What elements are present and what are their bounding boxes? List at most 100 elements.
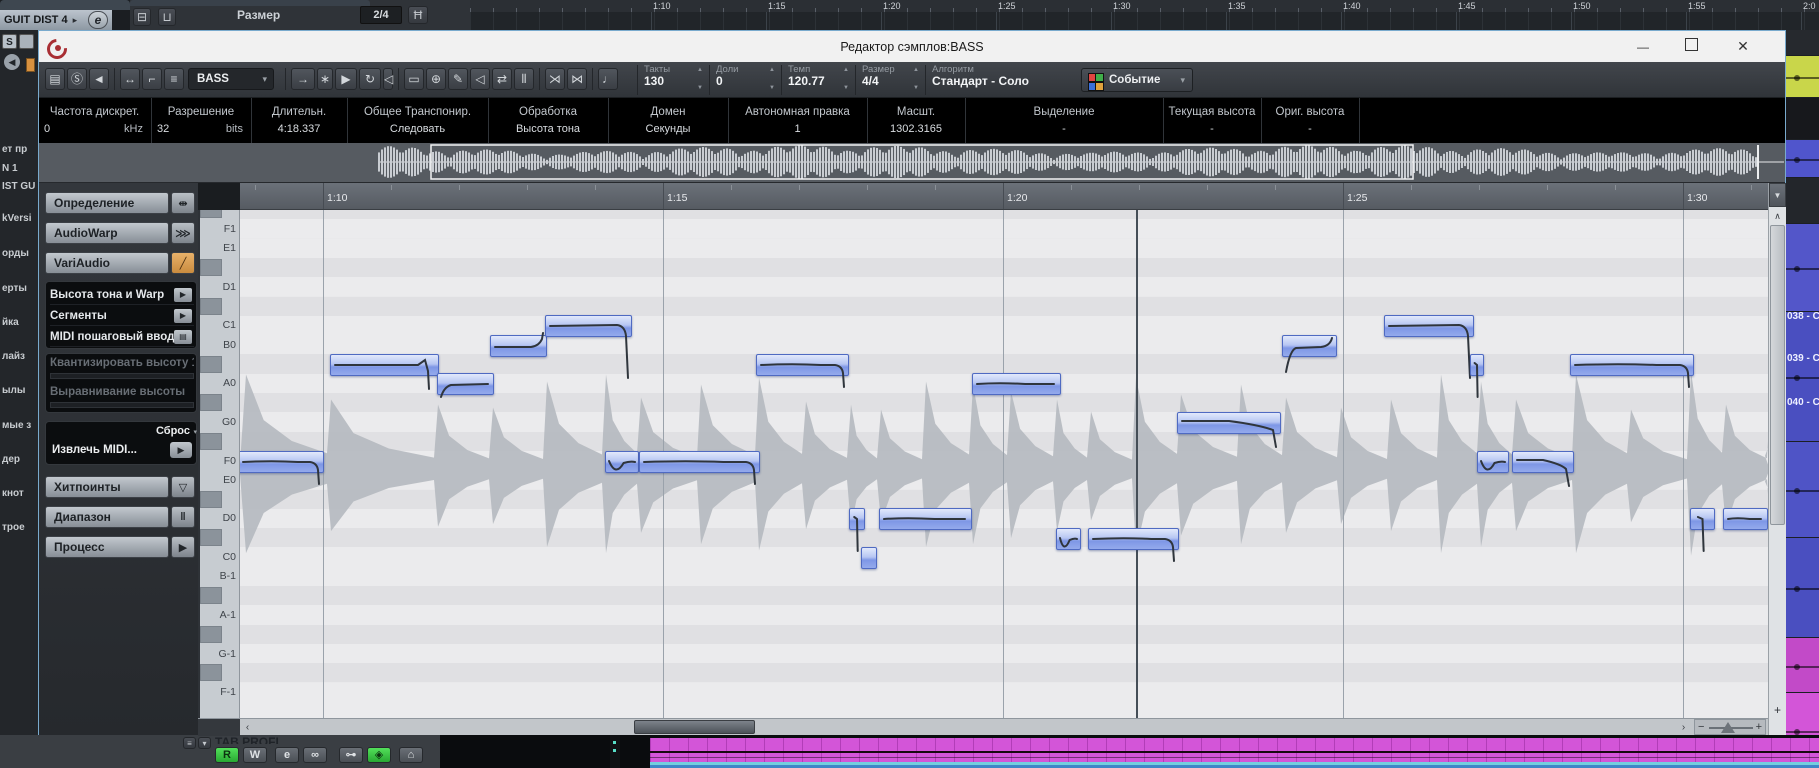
sidebar-section-Процесс[interactable]: Процесс [45, 536, 169, 558]
black-key[interactable] [200, 529, 222, 547]
lock-icon[interactable]: ⊔ [158, 8, 176, 26]
toggle-info-line[interactable]: ▤ [45, 68, 65, 90]
variaudio-segment-C1[interactable] [1384, 315, 1474, 380]
black-key[interactable] [200, 394, 222, 412]
split-icon[interactable]: ⊟ [133, 8, 151, 26]
bg-edit-button[interactable]: e [88, 11, 108, 29]
info-column-Выделение[interactable]: Выделение - [965, 98, 1164, 143]
sidebar-section-Хитпоинты[interactable]: Хитпоинты [45, 476, 169, 498]
bg-project-ruler[interactable]: 1:10 1:15 1:20 1:25 1:30 1:35 1:40 1:45 1:50 1:55… [430, 0, 1819, 12]
spinner-down-icon[interactable]: ▼ [697, 85, 703, 91]
timeline-ruler[interactable]: 1:10 1:15 1:20 1:25 1:30 [240, 183, 1768, 210]
variaudio-segment-A#0[interactable] [1570, 354, 1694, 388]
snap[interactable]: ∗ [317, 68, 333, 90]
section-icon[interactable]: ▽ [171, 476, 195, 498]
h-zoom-thumb[interactable] [1721, 722, 1735, 733]
black-key[interactable] [200, 355, 222, 373]
scroll-left-button[interactable]: ‹ [240, 720, 255, 735]
row-icon[interactable]: ▤ [174, 330, 192, 344]
info-column-Частота дискрет.[interactable]: Частота дискрет. 0 kHz [38, 98, 152, 143]
event-colors-button[interactable]: Событие ▾ [1081, 68, 1193, 92]
variaudio-segment-D0[interactable] [1690, 508, 1715, 553]
zoom-tool[interactable]: ⊕ [426, 68, 446, 90]
play-tool-strip[interactable]: ▶ [335, 68, 357, 90]
field-Размер[interactable]: Размер 4/4 ▲ ▼ [855, 65, 923, 95]
variaudio-segment-A#0[interactable] [1470, 354, 1484, 398]
field-Такты[interactable]: Такты 130 ▲ ▼ [637, 65, 707, 95]
info-column-Автономная правка[interactable]: Автономная правка 1 [728, 98, 868, 143]
variaudio-segment-F0[interactable] [240, 450, 324, 485]
loop[interactable]: ↻ [359, 68, 381, 90]
object-selection-tool[interactable]: ▭ [404, 68, 424, 90]
quantize-note[interactable]: ♩ [598, 68, 618, 90]
spinner-down-icon[interactable]: ▼ [769, 85, 775, 91]
variaudio-segment-C0[interactable] [861, 547, 877, 569]
autoscroll[interactable]: ↔ [120, 68, 140, 90]
h-scroll-thumb[interactable] [634, 720, 755, 734]
variaudio-segment-D0[interactable] [849, 508, 865, 553]
write-automation-button[interactable]: W [243, 747, 267, 763]
sidebar-section-Определение[interactable]: Определение [45, 192, 169, 214]
info-column-Длительн.[interactable]: Длительн. 4:18.337 [251, 98, 348, 143]
variaudio-segment-F0[interactable] [605, 450, 639, 473]
cut-tool[interactable]: ⋊ [545, 68, 565, 90]
piano-keys-column[interactable]: F1 E1 D1 C1 B0 A0 G0 F0 E0 D0 C0 B-1 A-1 G-1 F-1 [200, 210, 240, 718]
free-warp-tool[interactable]: ⫴ [514, 68, 534, 90]
bg-size-value[interactable]: 2/4 [360, 6, 402, 24]
black-key[interactable] [200, 664, 222, 682]
variaudio-segment-G0[interactable] [1177, 411, 1281, 448]
reset-button[interactable]: Сброс [156, 425, 190, 439]
variaudio-segment-D0[interactable] [1723, 508, 1768, 531]
spinner-up-icon[interactable]: ▲ [697, 67, 703, 73]
edit-layers[interactable]: ≡ [164, 68, 184, 90]
black-key[interactable] [200, 297, 222, 315]
spinner-down-icon[interactable]: ▼ [913, 85, 919, 91]
variaudio-segment-C1[interactable] [545, 315, 632, 380]
solo-editor[interactable]: Ⓢ [67, 68, 87, 90]
info-column-Обработка[interactable]: Обработка Высота тона [488, 98, 609, 143]
info-column-Ориг. высота[interactable]: Ориг. высота - [1261, 98, 1360, 143]
minimize-button[interactable]: — [1621, 40, 1665, 54]
spinner-up-icon[interactable]: ▲ [843, 67, 849, 73]
black-key[interactable] [200, 259, 222, 276]
black-key[interactable] [200, 625, 222, 643]
variaudio-segment-F0[interactable] [639, 450, 760, 485]
row-icon[interactable]: ▶ [174, 288, 192, 302]
track-selector[interactable]: BASS ▾ [188, 68, 274, 90]
row-icon[interactable]: ▶ [174, 309, 192, 323]
glue-tool[interactable]: ⋈ [567, 68, 587, 90]
variaudio-segment-A#0[interactable] [330, 354, 439, 390]
info-column-Разрешение[interactable]: Разрешение 32 bits [151, 98, 252, 143]
h-scrollbar[interactable]: ‹ › − + [198, 718, 1768, 736]
bypass-inserts-button[interactable]: ⊶ [339, 747, 363, 763]
chevron-down-icon[interactable]: ▾ [193, 428, 197, 436]
info-column-Общее Транспонир.[interactable]: Общее Транспонир. Следовать [347, 98, 489, 143]
section-icon[interactable]: ▶ [171, 536, 195, 558]
mute-button[interactable] [19, 34, 34, 49]
sidebar-section-VariAudio[interactable]: VariAudio [45, 252, 169, 274]
edit-channel-button[interactable]: e [275, 747, 299, 763]
title-bar[interactable]: Редактор сэмплов:BASS — ✕ [39, 31, 1785, 63]
black-key[interactable] [200, 432, 222, 450]
variaudio-segment-A#0[interactable] [756, 354, 849, 388]
freeze-button[interactable]: ◈ [367, 747, 391, 763]
variaudio-row-MIDI пошаговый ввод[interactable]: MIDI пошаговый ввод ▤ [50, 327, 194, 347]
ruler-menu-button[interactable]: ▼ [1769, 183, 1786, 207]
info-column-Масшт.[interactable]: Масшт. 1302.3165 [867, 98, 966, 143]
extract-midi-button[interactable]: Извлечь MIDI... [52, 444, 137, 460]
warp-tool[interactable]: ⇄ [492, 68, 512, 90]
black-key[interactable] [200, 587, 222, 605]
spinner-down-icon[interactable]: ▼ [843, 85, 849, 91]
h-zoom-slider[interactable]: − + [1694, 719, 1766, 735]
sidebar-section-AudioWarp[interactable]: AudioWarp [45, 222, 169, 244]
field-Доли[interactable]: Доли 0 ▲ ▼ [709, 65, 779, 95]
record-enable-button[interactable]: R [215, 747, 239, 763]
variaudio-segment-F0[interactable] [1477, 450, 1509, 473]
play-circle-icon[interactable]: ▶ [170, 442, 192, 458]
acoustic-feedback[interactable]: ◄ [89, 68, 109, 90]
black-key[interactable] [200, 490, 222, 508]
bg-magenta-track[interactable] [650, 738, 1819, 762]
zoom-out-icon[interactable]: − [1698, 721, 1704, 733]
insert-mode[interactable]: → [291, 68, 315, 90]
zoom-in-icon[interactable]: + [1756, 721, 1762, 733]
